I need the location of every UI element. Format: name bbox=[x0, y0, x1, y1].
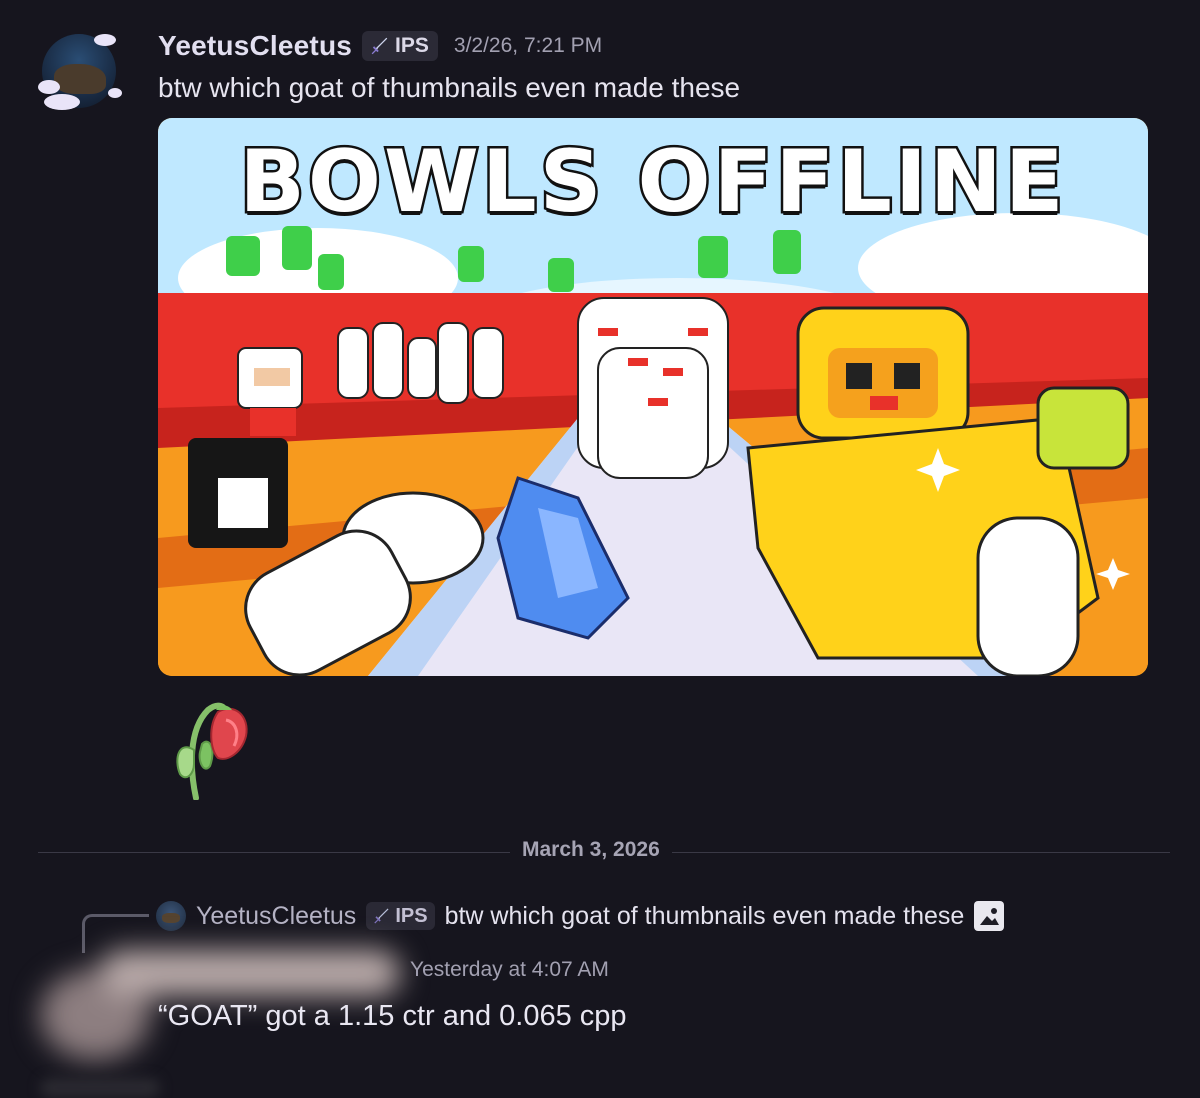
reply-preview-text[interactable]: btw which goat of thumbnails even made t… bbox=[445, 902, 965, 931]
author-username[interactable]: YeetusCleetus bbox=[158, 30, 352, 62]
blurred-author bbox=[40, 920, 410, 1060]
thumbnail-title: BOWLS OFFLINE bbox=[237, 130, 1067, 235]
message-timestamp[interactable]: 3/2/26, 7:21 PM bbox=[454, 34, 602, 58]
date-divider-label: March 3, 2026 bbox=[510, 838, 672, 862]
wilted-flower-icon bbox=[176, 702, 248, 801]
user-avatar[interactable] bbox=[38, 30, 126, 118]
image-icon bbox=[974, 901, 1005, 931]
message-1: YeetusCleetus IPS 3/2/26, 7:21 PM btw wh… bbox=[0, 0, 1200, 820]
guild-tag[interactable]: IPS bbox=[362, 31, 438, 61]
message-2-timestamp[interactable]: Yesterday at 4:07 AM bbox=[410, 958, 609, 982]
next-message-stub bbox=[40, 1078, 160, 1098]
image-attachment[interactable]: BOWLS OFFLINE bbox=[158, 118, 1148, 676]
reaction-wilted-flower[interactable] bbox=[170, 690, 254, 801]
message-2-content: “GOAT” got a 1.15 ctr and 0.065 cpp bbox=[158, 1000, 627, 1032]
message-header: YeetusCleetus IPS 3/2/26, 7:21 PM bbox=[158, 26, 602, 66]
message-content: btw which goat of thumbnails even made t… bbox=[158, 72, 741, 103]
guild-tag-label: IPS bbox=[395, 34, 429, 57]
sword-icon bbox=[371, 37, 388, 55]
